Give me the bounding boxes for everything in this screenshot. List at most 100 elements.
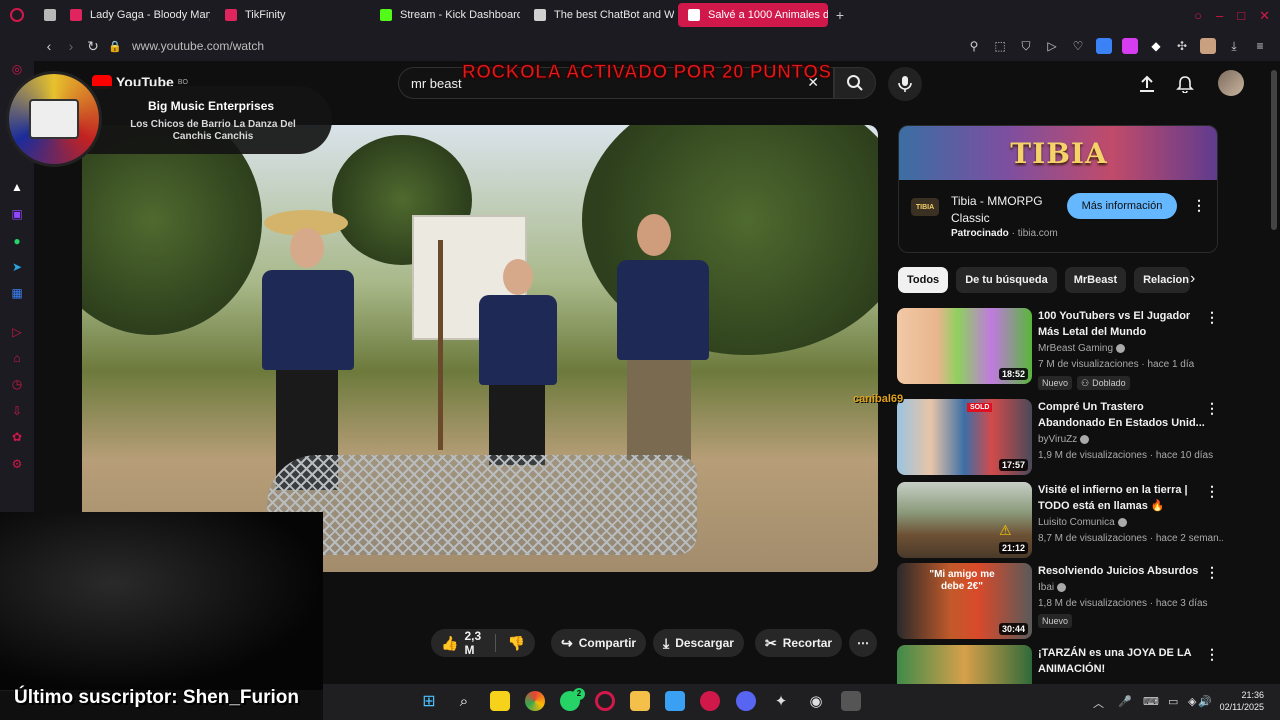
translate-icon[interactable]: ▦ [9, 285, 25, 301]
menu-icon[interactable]: ≡ [1252, 38, 1268, 54]
list-item[interactable]: "Mi amigo me debe 2€" 30:44 Resolviendo … [897, 563, 1227, 639]
opera-ai-icon[interactable]: ◎ [9, 61, 25, 77]
video-menu-icon[interactable]: ⋮ [1205, 399, 1219, 417]
video-thumbnail[interactable]: "Mi amigo me debe 2€" 30:44 [897, 563, 1032, 639]
video-title[interactable]: Compré Un Trastero Abandonado En Estados… [1038, 399, 1206, 431]
notifications-button[interactable] [1173, 72, 1197, 96]
list-item[interactable]: ⚠ 21:12 Visité el infierno en la tierra … [897, 482, 1227, 558]
tray-mic-icon[interactable]: 🎤 [1118, 695, 1132, 708]
profile-icon[interactable] [1200, 38, 1216, 54]
tab-kick-dashboard[interactable]: Stream - Kick Dashboard [370, 3, 520, 27]
app-compass-icon[interactable]: ✦ [771, 691, 791, 711]
chrome-icon[interactable] [525, 691, 545, 711]
tray-overflow-icon[interactable]: ︿ [1093, 695, 1104, 711]
clip-button[interactable]: ✂ Recortar [755, 629, 843, 657]
taskbar-clock[interactable]: 21:36 02/11/2025 [1212, 689, 1264, 713]
video-menu-icon[interactable]: ⋮ [1205, 308, 1219, 326]
downloads-icon[interactable]: ⇩ [9, 403, 25, 419]
new-tab-button[interactable]: + [832, 7, 848, 23]
volume-icon[interactable]: 🔊 [1198, 695, 1212, 708]
extension-blue-icon[interactable] [1096, 38, 1112, 54]
app-icon[interactable]: ▲ [9, 179, 25, 195]
list-item[interactable]: 18:52 100 YouTubers vs El Jugador Más Le… [897, 308, 1227, 390]
back-icon[interactable]: ‹ [38, 38, 60, 54]
video-title[interactable]: ¡TARZÁN es una JOYA DE LA ANIMACIÓN! [1038, 645, 1206, 677]
chips-next-icon[interactable]: › [1190, 270, 1195, 288]
more-actions-button[interactable]: ⋯ [849, 629, 877, 657]
keyboard-icon[interactable]: ⌨ [1143, 695, 1159, 708]
video-menu-icon[interactable]: ⋮ [1205, 645, 1219, 663]
channel-name[interactable]: Ibai [1038, 582, 1067, 593]
shield-icon[interactable]: ⛉ [1018, 38, 1034, 54]
telegram-icon[interactable]: ➤ [9, 259, 25, 275]
maximize-icon[interactable]: □ [1237, 8, 1245, 23]
player-icon[interactable]: ▷ [9, 324, 25, 340]
video-thumbnail[interactable]: SOLD 17:57 [897, 399, 1032, 475]
video-thumbnail[interactable] [897, 645, 1032, 685]
download-button[interactable]: ⤓ Descargar [653, 629, 744, 657]
tab-tikfinity[interactable]: TikFinity [215, 3, 365, 27]
scrollbar-thumb[interactable] [1271, 70, 1277, 230]
pin-icon[interactable]: ⌂ [9, 350, 25, 366]
microsoft-store-icon[interactable] [665, 691, 685, 711]
share-button[interactable]: ↪ Compartir [551, 629, 647, 657]
tab-lady-gaga[interactable]: Lady Gaga - Bloody Mary [60, 3, 210, 27]
search-icon[interactable]: ⌕ [454, 691, 474, 711]
video-thumbnail[interactable]: 18:52 [897, 308, 1032, 384]
url-field[interactable]: www.youtube.com/watch [132, 39, 264, 53]
channel-name[interactable]: MrBeast Gaming [1038, 343, 1126, 354]
video-title[interactable]: 100 YouTubers vs El Jugador Más Letal de… [1038, 308, 1206, 340]
app-red-icon[interactable] [700, 691, 720, 711]
heart-icon[interactable]: ♡ [1070, 38, 1086, 54]
search-tabs-icon[interactable]: ○ [1194, 8, 1202, 23]
tab-chatbot[interactable]: The best ChatBot and Wi [524, 3, 674, 27]
network-icon[interactable]: ◈ [1188, 695, 1196, 708]
extension-pink-icon[interactable] [1122, 38, 1138, 54]
puzzle-icon[interactable]: ✣ [1174, 38, 1190, 54]
settings-icon[interactable]: ⚙ [9, 456, 25, 472]
forward-icon[interactable]: › [60, 38, 82, 54]
video-player[interactable] [82, 125, 878, 572]
tab-active-video[interactable]: Salvé a 1000 Animales de [678, 3, 828, 27]
extension-gem-icon[interactable]: ◆ [1148, 38, 1164, 54]
opera-gx-icon[interactable] [595, 691, 615, 711]
minimize-icon[interactable]: – [1216, 8, 1223, 23]
ad-banner[interactable]: TIBIA [899, 126, 1217, 180]
file-explorer-icon[interactable] [630, 691, 650, 711]
windows-start-icon[interactable]: ⊞ [419, 691, 439, 711]
history-icon[interactable]: ◷ [9, 376, 25, 392]
chip-todos[interactable]: Todos [898, 267, 949, 293]
ad-card[interactable]: TIBIA TIBIA Tibia - MMORPG Classic Patro… [898, 125, 1218, 253]
ad-more-info-button[interactable]: Más información [1067, 193, 1177, 219]
twitch-icon[interactable]: ▣ [9, 206, 25, 222]
whatsapp-icon[interactable]: ● [9, 233, 25, 249]
chip-de-tu-busqueda[interactable]: De tu búsqueda [956, 267, 1057, 293]
reload-icon[interactable]: ↻ [82, 38, 104, 55]
voice-search-button[interactable] [888, 67, 922, 101]
pin-tab-icon[interactable]: ⚲ [966, 38, 982, 54]
video-thumbnail[interactable]: ⚠ 21:12 [897, 482, 1032, 558]
ad-title[interactable]: Tibia - MMORPG Classic [951, 193, 1061, 227]
channel-name[interactable]: Luisito Comunica [1038, 517, 1127, 528]
sticky-notes-icon[interactable] [490, 691, 510, 711]
play-icon[interactable]: ▷ [1044, 38, 1060, 54]
snapshot-icon[interactable]: ⬚ [992, 38, 1008, 54]
channel-name[interactable]: byViruZz [1038, 434, 1090, 445]
close-window-icon[interactable]: ✕ [1259, 8, 1270, 24]
monitor-icon[interactable]: ▭ [1168, 695, 1178, 708]
video-title[interactable]: Resolviendo Juicios Absurdos [1038, 563, 1206, 579]
extensions-icon[interactable]: ✿ [9, 429, 25, 445]
chip-relacionados[interactable]: Relacion [1134, 267, 1191, 293]
discord-icon[interactable] [736, 691, 756, 711]
app-gray-icon[interactable] [841, 691, 861, 711]
opera-logo-icon[interactable] [10, 8, 24, 22]
list-item[interactable]: ¡TARZÁN es una JOYA DE LA ANIMACIÓN! ⋮ [897, 645, 1227, 685]
chip-mrbeast[interactable]: MrBeast [1064, 267, 1127, 293]
account-avatar[interactable] [1218, 70, 1244, 96]
video-menu-icon[interactable]: ⋮ [1205, 482, 1219, 500]
upload-button[interactable] [1135, 72, 1159, 96]
download-icon[interactable]: ⤓ [1226, 38, 1242, 54]
video-title[interactable]: Visité el infierno en la tierra | TODO e… [1038, 482, 1206, 514]
search-button[interactable] [834, 67, 876, 99]
list-item[interactable]: SOLD 17:57 Compré Un Trastero Abandonado… [897, 399, 1227, 475]
